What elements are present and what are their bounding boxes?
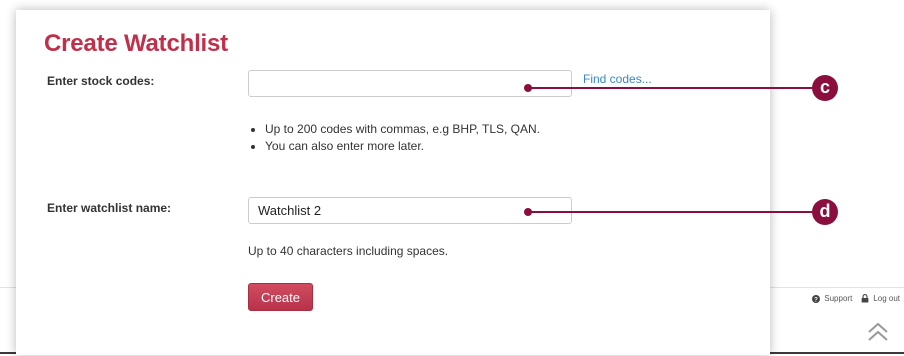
stock-codes-hints: Up to 200 codes with commas, e.g BHP, TL… (248, 121, 540, 155)
callout-label-d: d (819, 201, 831, 221)
question-circle-icon: ? (812, 294, 821, 303)
hint-item: Up to 200 codes with commas, e.g BHP, TL… (265, 121, 540, 138)
support-label: Support (824, 294, 853, 303)
create-button[interactable]: Create (248, 283, 313, 311)
callout-label-c: c (819, 77, 830, 97)
stock-codes-input[interactable] (248, 70, 572, 97)
create-watchlist-panel: Create Watchlist Enter stock codes: Find… (16, 10, 770, 355)
stock-codes-label: Enter stock codes: (47, 74, 155, 88)
watchlist-name-hint: Up to 40 characters including spaces. (248, 244, 449, 258)
watchlist-name-input[interactable] (248, 197, 572, 224)
lock-icon (861, 294, 869, 303)
find-codes-link[interactable]: Find codes... (583, 72, 652, 86)
footer-links: ? Support Log out (812, 294, 900, 303)
support-link[interactable]: ? Support (812, 294, 852, 303)
logout-label: Log out (873, 294, 900, 303)
watchlist-name-label: Enter watchlist name: (47, 201, 172, 215)
logout-link[interactable]: Log out (861, 294, 900, 303)
hint-item: You can also enter more later. (265, 138, 540, 155)
double-chevron-up-icon[interactable] (867, 322, 889, 342)
page-title: Create Watchlist (44, 30, 228, 57)
svg-text:?: ? (814, 297, 818, 303)
